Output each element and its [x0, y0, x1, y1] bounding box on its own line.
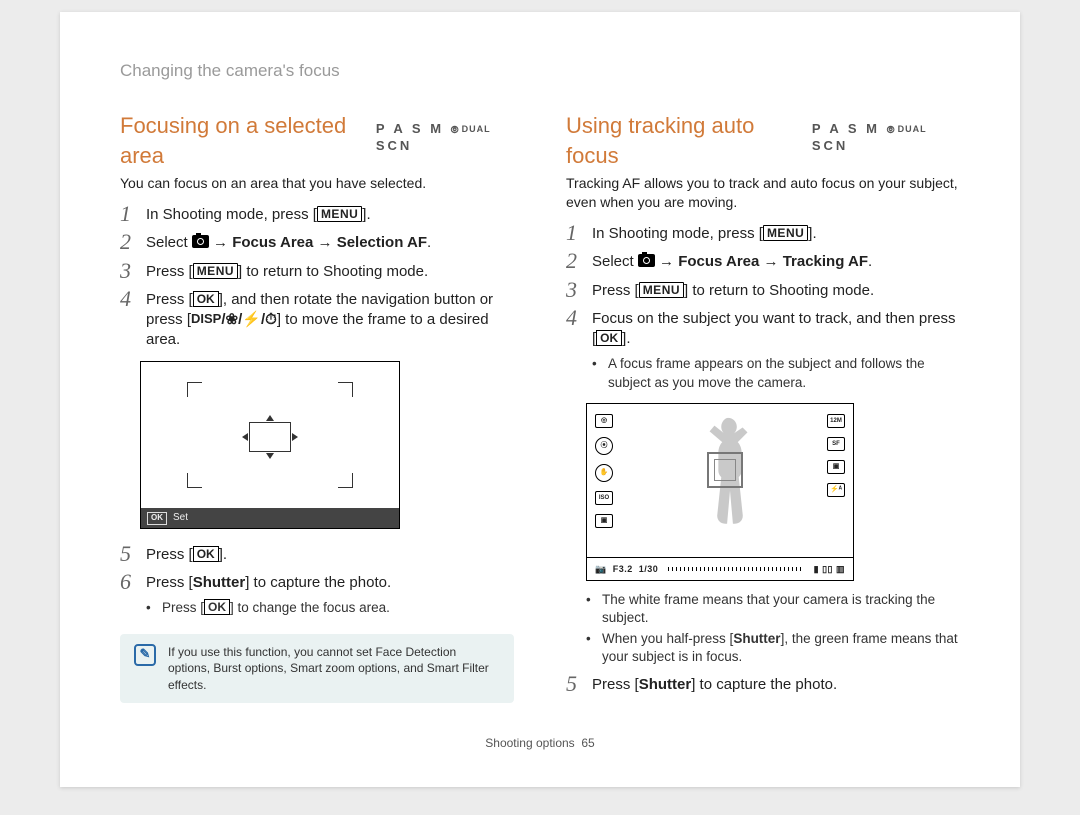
- focus-icon: ▣: [827, 460, 845, 474]
- exposure-info-bar: 📷 F3.2 1/30 ▮ ▯▯ ▥: [587, 557, 853, 580]
- menu-button-label: MENU: [193, 263, 238, 279]
- steps-list-cont: Press [OK]. Press [Shutter] to capture t…: [120, 543, 514, 621]
- ok-button-label: OK: [596, 330, 622, 346]
- disp-button-label: DISP: [191, 310, 221, 328]
- iso-icon: ISO: [595, 491, 613, 505]
- section-title: Focusing on a selected area: [120, 111, 362, 170]
- section-intro: Tracking AF allows you to track and auto…: [566, 174, 960, 212]
- stabilizer-icon: ✋: [595, 464, 613, 482]
- col-left: Focusing on a selected area P A S M ⦾DUA…: [120, 111, 514, 703]
- shoot-cam-icon: 📷: [595, 563, 607, 575]
- steps-list: In Shooting mode, press [MENU]. Select →…: [120, 203, 514, 351]
- flash-mode-icon: ⚡ᴬ: [827, 483, 845, 497]
- ok-button-label: OK: [193, 291, 219, 307]
- metering-icon: ⦿: [595, 437, 613, 455]
- mode-icon: ◎: [595, 414, 613, 428]
- two-column-layout: Focusing on a selected area P A S M ⦾DUA…: [120, 111, 960, 703]
- drive-icon: ▣: [595, 514, 613, 528]
- col-right: Using tracking auto focus P A S M ⦾DUAL …: [566, 111, 960, 703]
- menu-button-label: MENU: [317, 206, 362, 222]
- running-head: Changing the camera's focus: [120, 60, 960, 83]
- menu-button-label: MENU: [763, 225, 808, 241]
- section-intro: You can focus on an area that you have s…: [120, 174, 514, 193]
- page-footer: Shooting options 65: [120, 735, 960, 751]
- steps-list: In Shooting mode, press [MENU]. Select →…: [566, 222, 960, 395]
- size-icon: 12M: [827, 414, 845, 428]
- menu-button-label: MENU: [639, 282, 684, 298]
- section-title: Using tracking auto focus: [566, 111, 798, 170]
- selection-af-illustration: OKSet: [140, 361, 400, 529]
- tracking-af-illustration: ◎ ⦿ ✋ ISO ▣ 12M SF ▣ ⚡ᴬ 📷: [586, 403, 854, 581]
- manual-page: Changing the camera's focus Focusing on …: [60, 12, 1020, 787]
- steps-list-cont: Press [Shutter] to capture the photo.: [566, 673, 960, 695]
- note-icon: ✎: [134, 644, 156, 666]
- note-callout: ✎ If you use this function, you cannot s…: [120, 634, 514, 703]
- ok-button-label: OK: [193, 546, 219, 562]
- mode-badges: P A S M ⦾DUAL SCN: [812, 120, 960, 155]
- camera-icon: [638, 254, 655, 267]
- camera-icon: [192, 235, 209, 248]
- mode-badges: P A S M ⦾DUAL SCN: [376, 120, 514, 155]
- flash-icon: ⚡: [242, 311, 261, 328]
- tracking-frame: [707, 452, 743, 488]
- timer-icon: ⏱: [265, 311, 277, 328]
- quality-icon: SF: [827, 437, 845, 451]
- macro-icon: ❀: [226, 311, 239, 328]
- note-text: If you use this function, you cannot set…: [168, 644, 500, 693]
- tracking-notes: The white frame means that your camera i…: [586, 591, 960, 667]
- focus-frame: [249, 422, 291, 452]
